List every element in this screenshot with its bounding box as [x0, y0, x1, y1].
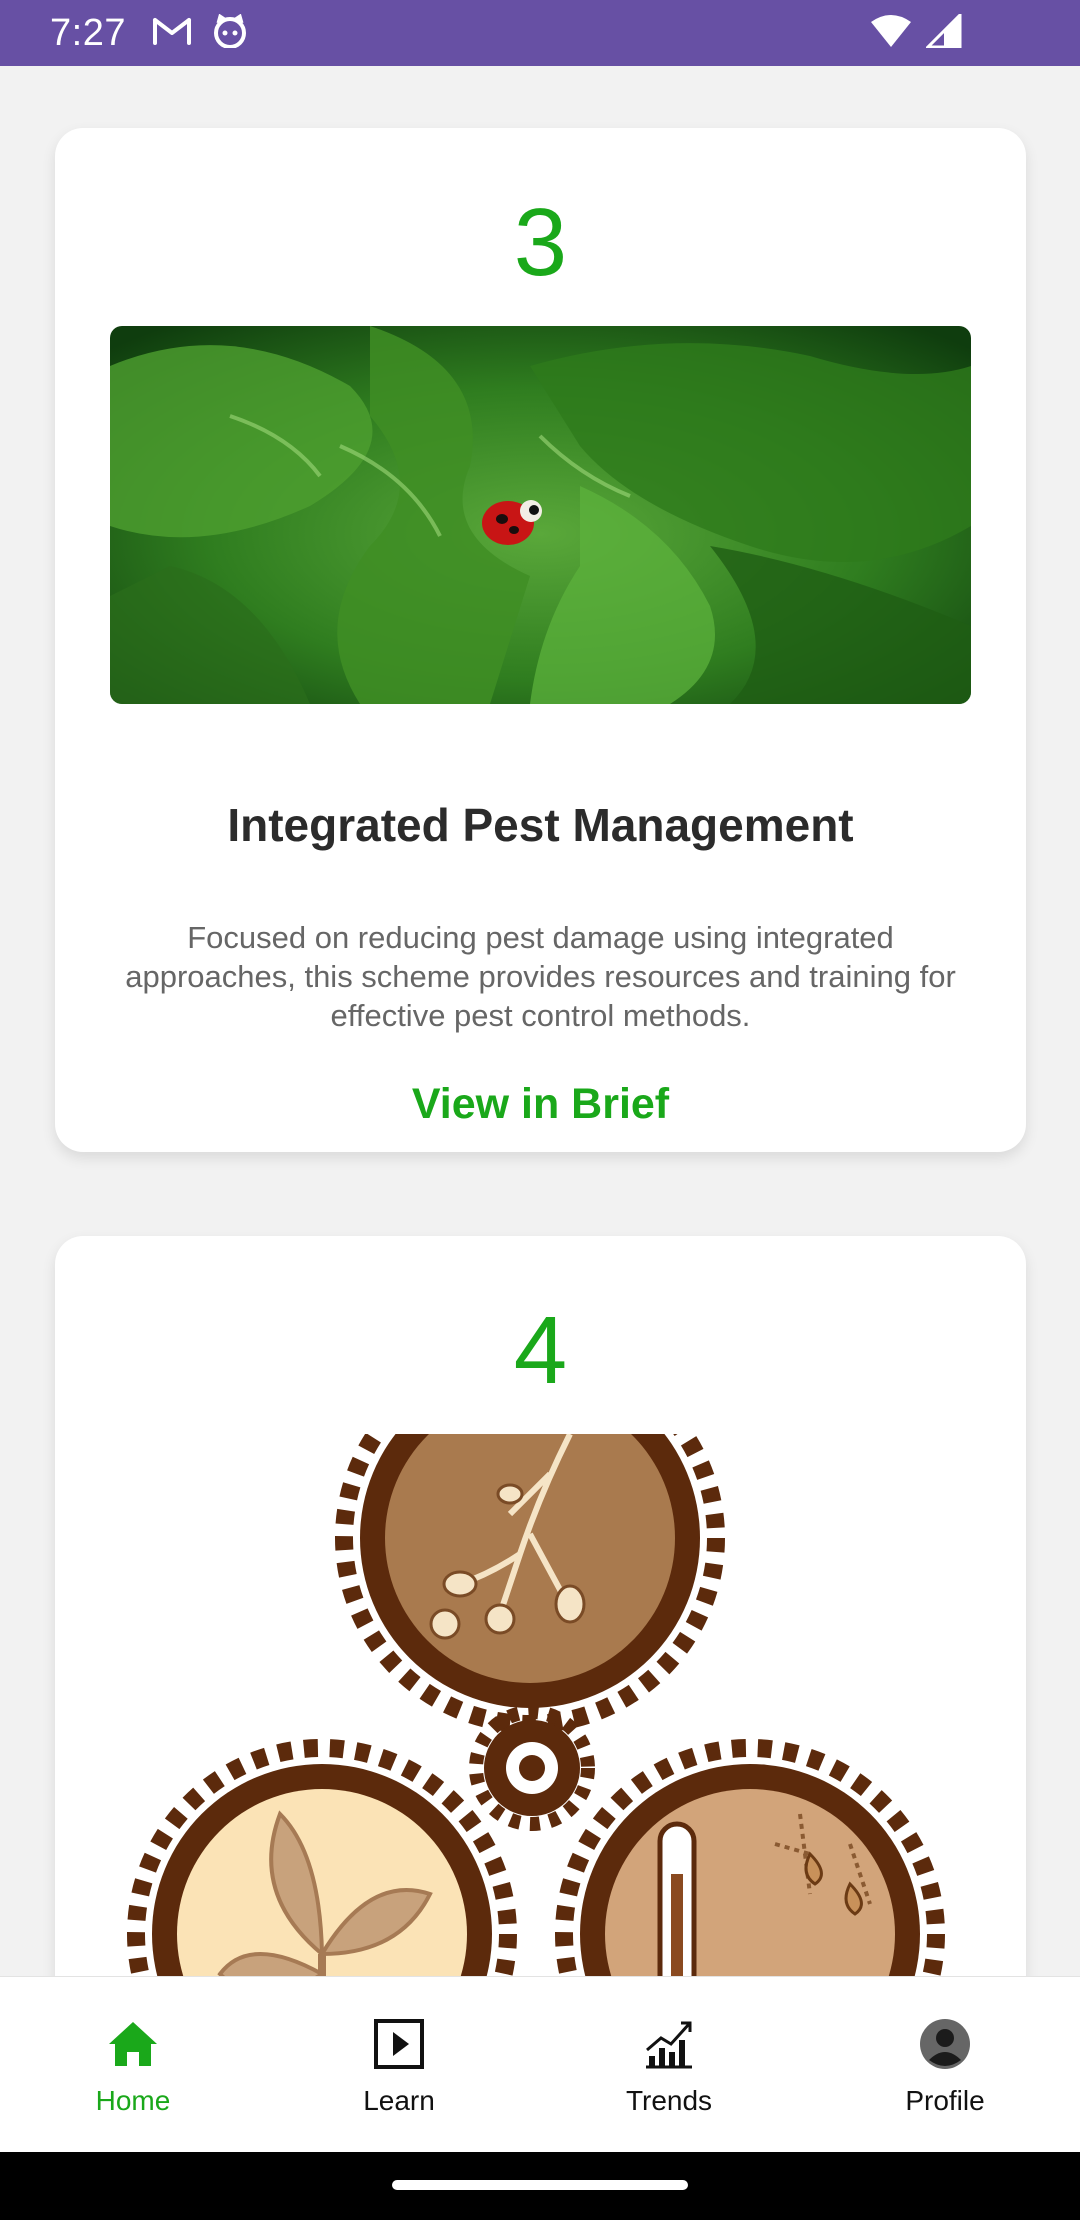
scheme-title: Integrated Pest Management	[227, 799, 854, 851]
nav-item-home[interactable]: Home	[33, 2017, 233, 2117]
view-in-brief-link[interactable]: View in Brief	[55, 1080, 1026, 1129]
cat-face-icon	[212, 13, 248, 53]
play-icon	[372, 2017, 426, 2071]
account-icon	[918, 2017, 972, 2071]
nav-label: Home	[95, 2085, 171, 2116]
nav-label: Learn	[363, 2085, 435, 2116]
bottom-navigation: Home Learn Trends Profile	[0, 1976, 1080, 2152]
wifi-icon	[870, 14, 912, 53]
gmail-icon	[152, 16, 192, 51]
gesture-navigation-bar	[0, 2152, 1080, 2220]
soil-plant-weather-gears-image	[110, 1434, 971, 1976]
nav-item-trends[interactable]: Trends	[569, 2017, 769, 2117]
status-system-icons	[870, 11, 962, 53]
scheme-description: Focused on reducing pest damage using in…	[125, 920, 956, 1033]
trend-chart-icon	[642, 2017, 696, 2071]
status-time: 7:27	[50, 11, 126, 54]
nav-label: Trends	[625, 2085, 713, 2116]
home-gesture-handle[interactable]	[392, 2180, 688, 2190]
status-bar: 7:27	[0, 0, 1080, 66]
signal-icon	[924, 11, 962, 53]
scheme-list[interactable]: 3 Integrated Pest Management Focused on …	[0, 66, 1080, 1976]
scheme-card: 3 Integrated Pest Management Focused on …	[55, 128, 1026, 1152]
nav-item-learn[interactable]: Learn	[299, 2017, 499, 2117]
home-icon	[106, 2017, 160, 2071]
status-notification-icons	[152, 13, 248, 53]
nav-item-profile[interactable]: Profile	[845, 2017, 1045, 2117]
scheme-number: 3	[513, 189, 568, 296]
scheme-number: 4	[513, 1297, 568, 1404]
nav-label: Profile	[905, 2085, 985, 2116]
ladybug-on-lettuce-image	[110, 326, 971, 704]
scheme-card: 4	[55, 1236, 1026, 1976]
